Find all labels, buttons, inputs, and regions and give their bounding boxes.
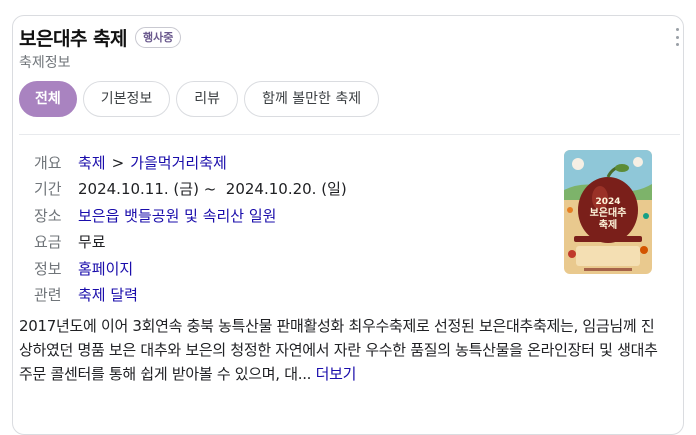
tab-reviews[interactable]: 리뷰: [176, 81, 239, 117]
place-link[interactable]: 보은읍 뱃들공원 및 속리산 일원: [78, 203, 276, 229]
info-row-place: 장소 보은읍 뱃들공원 및 속리산 일원: [34, 203, 347, 229]
read-more-link[interactable]: 더보기: [316, 365, 357, 383]
info-row-fee: 요금 무료: [34, 229, 347, 255]
info-list: 개요 축제 > 가을먹거리축제 기간 2024.10.11. (금) ~ 202…: [34, 150, 347, 308]
tab-bar: 전체 기본정보 리뷰 함께 볼만한 축제: [19, 81, 380, 117]
status-badge: 행사중: [135, 27, 182, 48]
page-title[interactable]: 보은대추 축제: [19, 24, 128, 51]
divider: [19, 134, 680, 135]
info-row-period: 기간 2024.10.11. (금) ~ 2024.10.20. (일): [34, 176, 347, 202]
info-key: 요금: [34, 233, 62, 252]
category-link[interactable]: 축제: [78, 150, 106, 176]
festival-calendar-link[interactable]: 축제 달력: [78, 282, 138, 308]
info-row-overview: 개요 축제 > 가을먹거리축제: [34, 150, 347, 176]
info-key: 장소: [34, 206, 62, 225]
svg-text:축제: 축제: [599, 218, 617, 231]
subtitle: 축제정보: [19, 55, 71, 71]
tab-basic-info[interactable]: 기본정보: [82, 81, 171, 117]
info-key: 관련: [34, 285, 62, 304]
breadcrumb-separator: >: [111, 154, 125, 172]
tab-all[interactable]: 전체: [19, 81, 77, 117]
more-options-icon[interactable]: [674, 28, 680, 46]
svg-text:보은대추: 보은대추: [590, 206, 627, 219]
festival-poster-image[interactable]: 2024 보은대추 축제: [564, 150, 652, 274]
title-row: 보은대추 축제 행사중: [19, 24, 182, 51]
homepage-link[interactable]: 홈페이지: [78, 256, 133, 282]
info-row-related: 관련 축제 달력: [34, 282, 347, 308]
fee-value: 무료: [78, 233, 106, 252]
info-key: 정보: [34, 259, 62, 278]
info-key: 기간: [34, 180, 62, 199]
svg-text:2024: 2024: [595, 197, 620, 207]
festival-description: 2017년도에 이어 3회연속 충북 농특산물 판매활성화 최우수축제로 선정된…: [19, 314, 659, 386]
info-row-homepage: 정보 홈페이지: [34, 256, 347, 282]
subcategory-link[interactable]: 가을먹거리축제: [130, 150, 227, 176]
tab-related-festivals[interactable]: 함께 볼만한 축제: [244, 81, 380, 117]
period-value: 2024.10.11. (금) ~ 2024.10.20. (일): [78, 180, 347, 199]
info-key: 개요: [34, 154, 62, 172]
